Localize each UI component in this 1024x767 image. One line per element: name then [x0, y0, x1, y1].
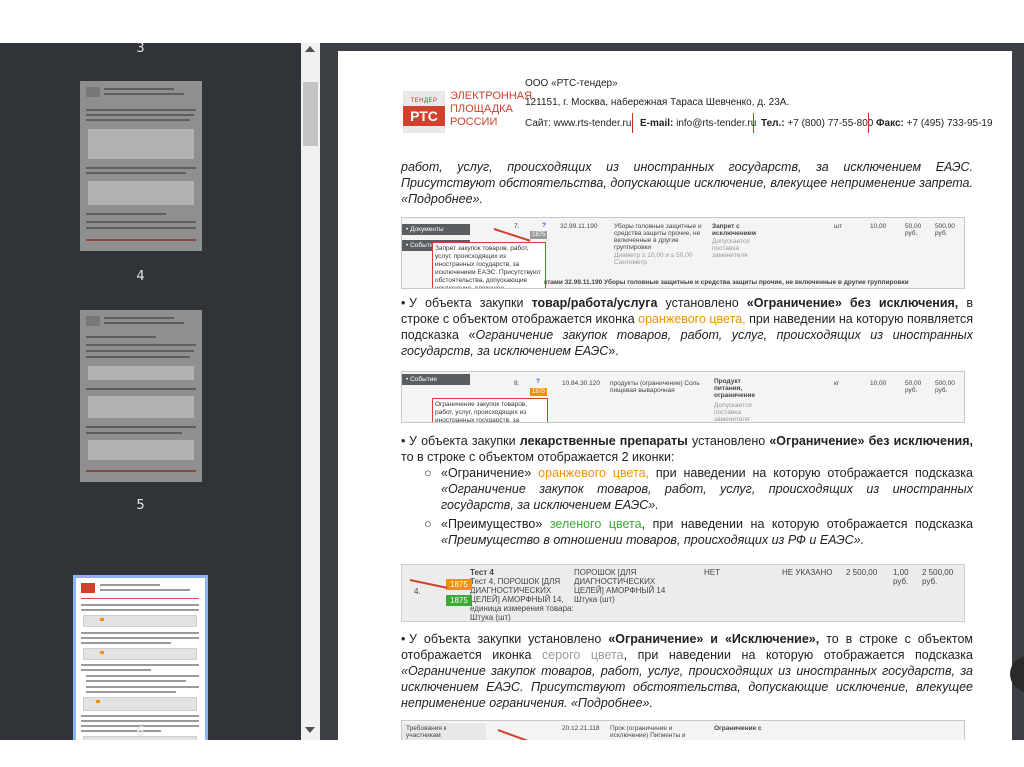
fax-text: Факс: +7 (495) 733-95-19 [876, 118, 993, 129]
brand-line: ПЛОЩАДКА [450, 103, 513, 115]
desc-cell: Уборы головные защитные и средства защит… [614, 223, 702, 251]
sub-bullet: ○ [424, 517, 432, 531]
logo-top-text: ТЕНДЕР [410, 98, 438, 104]
company-name: ООО «РТС-тендер» [525, 78, 618, 89]
thumbnail-sidebar[interactable]: 3 4 5 6 [0, 43, 320, 740]
red-arrow [497, 729, 533, 740]
example-screenshot-3: 4. Тест 4 Тест 4, ПОРОШОК [ДЛЯ ДИАГНОСТИ… [401, 564, 965, 622]
separator [753, 113, 754, 133]
status-note: Допускается поставка заменителя [712, 238, 750, 259]
sidebar-requirements: Требования к участникам [402, 723, 486, 740]
row-number: 4. [414, 587, 421, 596]
separator [632, 113, 633, 133]
thumbnail-page-number: 3 [136, 43, 145, 56]
info-icon: ? [542, 222, 546, 229]
sidebar-event: • Событие [402, 374, 470, 385]
scroll-up-arrow-icon[interactable] [305, 46, 315, 52]
separator [868, 113, 869, 133]
paragraph-2: У объекта закупки товар/работа/услуга ус… [401, 296, 974, 358]
bottom-margin [0, 740, 1024, 767]
diameter-cell: Диаметр ≥ 10,00 и ≤ 50,00 Сантиметр [614, 252, 693, 266]
red-arrow [493, 228, 531, 242]
restriction-badge[interactable]: 1875 [446, 579, 472, 590]
advantage-badge[interactable]: 1875 [446, 595, 472, 606]
price-cell: 50,00 руб. [905, 223, 922, 237]
scroll-down-arrow-icon[interactable] [305, 727, 315, 733]
sum-cell: 500,00 руб. [935, 380, 955, 394]
brand-line: ЭЛЕКТРОННАЯ [450, 90, 533, 102]
row-number: 7. [514, 223, 520, 230]
desc-cell: Прок (ограничение и исключение) Пигменты… [610, 725, 686, 740]
qty-cell: 10,00 [870, 223, 887, 230]
item-title: Тест 4 [470, 568, 494, 577]
tooltip-popup: Запрет закупок товаров, работ, услуг, пр… [432, 242, 546, 288]
restriction-badge[interactable]: 1875 [530, 388, 548, 396]
status-note: Допускается поставка заменителя [714, 402, 752, 423]
paragraph-3: У объекта закупки лекарственные препарат… [401, 434, 974, 464]
rts-logo: ТЕНДЕР РТС [403, 91, 445, 133]
tooltip-popup: Ограничение закупок товаров, работ, услу… [432, 398, 548, 422]
code-cell: 20.12.21.118 [562, 725, 600, 732]
col-name: ПОРОШОК [ДЛЯ ДИАГНОСТИЧЕСКИХ ЦЕЛЕЙ] АМОР… [574, 568, 666, 604]
footer-row: ктами 32.99.11.190 Уборы головные защитн… [544, 279, 909, 286]
example-screenshot-4: Требования к участникам 20.12.21.118 Про… [401, 720, 965, 740]
thumbnail-page-number: 4 [136, 269, 145, 284]
thumbnail-page-6-selected[interactable] [73, 575, 208, 740]
status-cell: Ограничение с [714, 725, 762, 732]
brand-line: РОССИИ [450, 116, 498, 128]
sidebar-scrollbar[interactable] [301, 43, 320, 740]
site-text: Сайт: www.rts-tender.ru [525, 118, 632, 129]
qty-cell: 10,00 [870, 380, 887, 387]
row-number: 8. [514, 380, 520, 387]
thumbnail-page-5[interactable] [80, 310, 202, 482]
col-price: 1,00 руб. [893, 568, 909, 586]
thumbnail-page-number: 6 [136, 725, 145, 740]
example-screenshot-2: • Событие 8. ? 1875 10.84.30.120 продукт… [401, 371, 965, 423]
unit-cell: шт [834, 223, 843, 230]
price-cell: 50,00 руб. [905, 380, 922, 394]
document-page: ТЕНДЕР РТС ЭЛЕКТРОННАЯ ПЛОЩАДКА РОССИИ О… [338, 51, 1012, 740]
status-cell: Продукт питания, ограничение [714, 378, 756, 399]
paragraph-1: работ, услуг, происходящих из иностранны… [401, 160, 973, 206]
phone-text: Тел.: +7 (800) 77-55-800 [761, 118, 874, 129]
email-text: E-mail: info@rts-tender.ru [640, 118, 757, 129]
col-qty: 2 500,00 [846, 568, 878, 577]
pdf-viewer: 3 4 5 6 ТЕНДЕР РТС ЭЛЕКТРОННАЯ ПЛОЩАДКА … [0, 0, 1024, 767]
unit-cell: кг [834, 380, 840, 387]
paragraph-4: У объекта закупки установлено «Ограничен… [401, 632, 974, 710]
document-view[interactable]: ТЕНДЕР РТС ЭЛЕКТРОННАЯ ПЛОЩАДКА РОССИИ О… [320, 43, 1024, 740]
sidebar-documents: • Документы [402, 224, 470, 235]
item-desc: Тест 4, ПОРОШОК [ДЛЯ ДИАГНОСТИЧЕСКИХ ЦЕЛ… [470, 577, 574, 622]
company-address: 121151, г. Москва, набережная Тараса Шев… [525, 97, 790, 108]
desc-cell: продукты (ограничение) Соль пищевая выва… [610, 380, 700, 394]
example-screenshot-1: • Документы • Событие 7. ? 1875 32.99.11… [401, 217, 965, 289]
thumbnail-page-4[interactable] [80, 81, 202, 251]
code-cell: 10.84.30.120 [562, 380, 600, 387]
restriction-badge[interactable]: 1875 [530, 231, 548, 239]
col-flag: НЕТ [704, 568, 720, 577]
list-item-2: «Преимущество» зеленого цвета, при навед… [441, 517, 973, 547]
sub-bullet: ○ [424, 466, 432, 480]
status-cell: Запрет с исключением [712, 223, 757, 237]
logo-main-text: РТС [403, 106, 445, 126]
col-note: НЕ УКАЗАНО [782, 568, 833, 577]
info-icon: ? [536, 378, 540, 385]
list-item-1: «Ограничение» оранжевого цвета, при наве… [441, 466, 973, 512]
sum-cell: 500,00 руб. [935, 223, 955, 237]
col-sum: 2 500,00 руб. [922, 568, 954, 586]
thumbnail-page-number: 5 [136, 498, 145, 513]
code-cell: 32.99.11.190 [560, 223, 598, 230]
scrollbar-thumb[interactable] [303, 82, 318, 146]
brand-text: ЭЛЕКТРОННАЯ ПЛОЩАДКА РОССИИ [450, 90, 532, 129]
